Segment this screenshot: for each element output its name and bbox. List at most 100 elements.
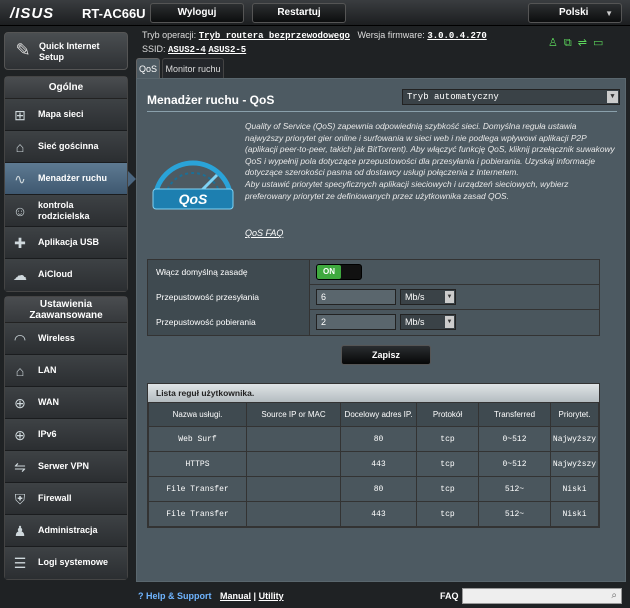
qos-settings-form: Włącz domyślną zasadę ON Przepustowość p… xyxy=(147,259,600,336)
column-header: Nazwa usługi. xyxy=(148,402,247,427)
column-header: Transferred xyxy=(478,402,551,427)
user-icon[interactable]: ♙ xyxy=(548,37,564,49)
sidebar-item-administration[interactable]: ♟ Administracja xyxy=(5,515,127,547)
cell-protocol: tcp xyxy=(416,426,479,452)
tab-qos[interactable]: QoS xyxy=(136,58,160,78)
network-icon[interactable]: ▭ xyxy=(593,37,609,49)
cell-service: File Transfer xyxy=(148,501,247,527)
ssid-label: SSID: xyxy=(142,44,166,54)
save-button[interactable]: Zapisz xyxy=(341,345,431,365)
firewall-icon: ⛨ xyxy=(14,491,26,507)
description-text: Quality of Service (QoS) zapewnia odpowi… xyxy=(245,121,615,178)
ssid-link-2[interactable]: ASUS2-5 xyxy=(208,45,246,55)
qos-mode-select[interactable]: Tryb automatyczny ▼ xyxy=(402,89,620,105)
cell-port: 443 xyxy=(340,501,417,527)
chevron-down-icon: ▼ xyxy=(605,9,613,18)
title-divider xyxy=(147,111,617,112)
system-log-icon: ☰ xyxy=(13,555,27,571)
sidebar-item-label: Logi systemowe xyxy=(38,557,109,567)
usb-icon[interactable]: ⇌ xyxy=(578,37,593,49)
cell-priority: Najwyższy xyxy=(550,426,599,452)
logout-button[interactable]: Wyloguj xyxy=(150,3,244,23)
vpn-icon: ⇋ xyxy=(14,459,26,475)
language-select[interactable]: Polski ▼ xyxy=(528,3,622,23)
cell-protocol: tcp xyxy=(416,451,479,477)
firmware-link[interactable]: 3.0.0.4.270 xyxy=(427,31,486,41)
sidebar-item-network-map[interactable]: ⊞ Mapa sieci xyxy=(5,99,127,131)
help-support-link[interactable]: ? Help & Support xyxy=(138,591,212,601)
column-header: Source IP or MAC xyxy=(246,402,341,427)
lan-icon: ⌂ xyxy=(15,363,25,379)
ssid-link-1[interactable]: ASUS2-4 xyxy=(168,45,206,55)
sidebar-item-usb-app[interactable]: ✚ Aplikacja USB xyxy=(5,227,127,259)
tab-traffic-monitor[interactable]: Monitor ruchu xyxy=(162,58,224,78)
usb-app-icon: ✚ xyxy=(14,235,26,251)
enable-qos-toggle[interactable]: ON xyxy=(316,264,362,280)
sidebar-item-label: WAN xyxy=(38,397,59,407)
cell-service: File Transfer xyxy=(148,476,247,502)
sidebar-item-firewall[interactable]: ⛨ Firewall xyxy=(5,483,127,515)
advanced-title: Ustawienia Zaawansowane xyxy=(5,297,127,323)
page-title: Menadżer ruchu - QoS xyxy=(147,93,275,107)
upload-bandwidth-input[interactable]: 6 xyxy=(316,289,396,305)
footer-links: Manual | Utility xyxy=(220,591,284,601)
guest-network-icon: ⌂ xyxy=(15,139,25,155)
manual-link[interactable]: Manual xyxy=(220,591,251,601)
sidebar-item-aicloud[interactable]: ☁ AiCloud xyxy=(5,259,127,291)
download-unit-select[interactable]: Mb/s ▼ xyxy=(400,314,456,330)
qis-label: Quick Internet Setup xyxy=(39,41,100,62)
sidebar-item-label: IPv6 xyxy=(38,429,57,439)
sidebar-item-lan[interactable]: ⌂ LAN xyxy=(5,355,127,387)
cell-protocol: tcp xyxy=(416,476,479,502)
wireless-icon: ◠ xyxy=(13,331,27,347)
sidebar-item-label: Mapa sieci xyxy=(38,109,84,119)
cell-port: 443 xyxy=(340,451,417,477)
cell-transferred: 512~ xyxy=(478,476,551,502)
sidebar-item-label: kontrola rodzicielska xyxy=(38,200,90,221)
download-bandwidth-input[interactable]: 2 xyxy=(316,314,396,330)
router-info: Tryb operacji: Tryb routera bezprzewodow… xyxy=(142,29,487,57)
utility-link[interactable]: Utility xyxy=(259,591,284,601)
status-icons: ♙⧉⇌▭ xyxy=(548,36,609,50)
sidebar-item-vpn-server[interactable]: ⇋ Serwer VPN xyxy=(5,451,127,483)
operation-mode-link[interactable]: Tryb routera bezprzewodowego xyxy=(199,31,350,41)
cell-service: HTTPS xyxy=(148,451,247,477)
sidebar-item-wan[interactable]: ⊕ WAN xyxy=(5,387,127,419)
upload-unit-select[interactable]: Mb/s ▼ xyxy=(400,289,456,305)
form-row: Przepustowość przesyłania 6 Mb/s ▼ xyxy=(148,285,599,310)
cell-source xyxy=(246,451,341,477)
search-icon[interactable]: ⌕ xyxy=(611,590,617,601)
cell-port: 80 xyxy=(340,426,417,452)
sidebar-item-parental-control[interactable]: ☺ kontrola rodzicielska xyxy=(5,195,127,227)
language-value: Polski xyxy=(559,7,589,18)
network-map-icon: ⊞ xyxy=(14,107,26,123)
column-header: Docelowy adres IP. xyxy=(340,402,417,427)
chevron-down-icon: ▼ xyxy=(607,91,618,103)
sidebar-item-traffic-manager[interactable]: ∿ Menadżer ruchu xyxy=(5,163,136,195)
qos-gauge-icon: QoS xyxy=(152,160,234,210)
router-model: RT-AC66U xyxy=(82,6,146,21)
restart-button[interactable]: Restartuj xyxy=(252,3,346,23)
cell-transferred: 512~ xyxy=(478,501,551,527)
chevron-down-icon: ▼ xyxy=(445,316,454,328)
table-row[interactable]: Web Surf 80 tcp 0~512 Najwyższy xyxy=(148,426,599,452)
faq-search-input[interactable]: ⌕ xyxy=(462,588,622,604)
table-row[interactable]: HTTPS 443 tcp 0~512 Najwyższy xyxy=(148,451,599,477)
cell-priority: Najwyższy xyxy=(550,451,599,477)
quick-internet-setup-button[interactable]: ✎ Quick Internet Setup xyxy=(4,32,128,70)
qos-faq-link[interactable]: QoS FAQ xyxy=(245,228,283,238)
sidebar-item-label: Firewall xyxy=(38,493,72,503)
cell-source xyxy=(246,501,341,527)
qos-mode-value: Tryb automatyczny xyxy=(407,92,499,102)
download-unit-value: Mb/s xyxy=(405,317,425,327)
copy-icon[interactable]: ⧉ xyxy=(564,37,578,49)
sidebar-item-guest-network[interactable]: ⌂ Sieć gościnna xyxy=(5,131,127,163)
table-row[interactable]: File Transfer 443 tcp 512~ Niski xyxy=(148,501,599,527)
cell-source xyxy=(246,476,341,502)
sidebar-item-ipv6[interactable]: ⊕ IPv6 xyxy=(5,419,127,451)
sidebar-item-wireless[interactable]: ◠ Wireless xyxy=(5,323,127,355)
cell-source xyxy=(246,426,341,452)
sidebar-item-system-log[interactable]: ☰ Logi systemowe xyxy=(5,547,127,579)
table-header-row: Nazwa usługi. Source IP or MAC Docelowy … xyxy=(148,402,599,427)
table-row[interactable]: File Transfer 80 tcp 512~ Niski xyxy=(148,476,599,502)
